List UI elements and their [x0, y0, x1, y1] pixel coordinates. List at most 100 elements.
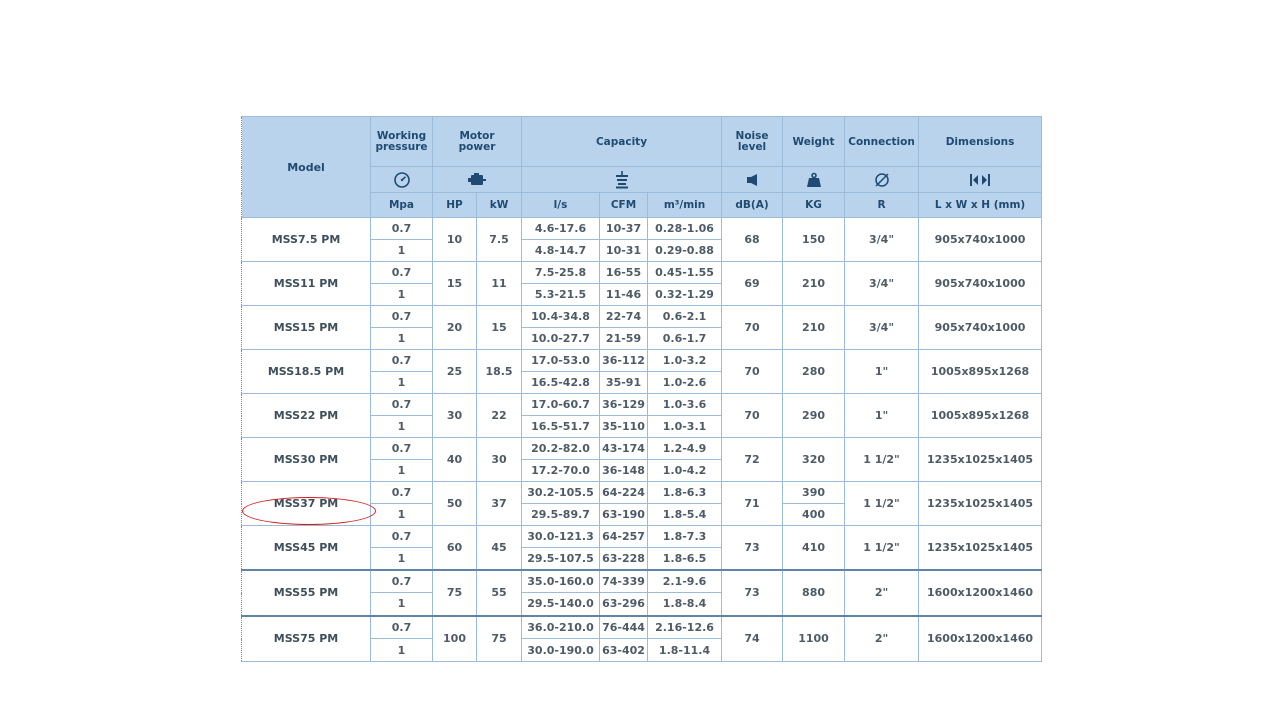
table-row: MSS15 PM 0.7 20 15 10.4-34.8 22-74 0.6-2.1 70 21… — [241, 305, 1043, 350]
capacity-m3-cell: 0.6-2.1 — [647, 305, 723, 328]
noise-cell: 68 — [721, 217, 784, 262]
table-row: MSS30 PM 0.7 40 30 20.2-82.0 43-174 1.2-4.9 72 3… — [241, 437, 1043, 482]
dimensions-cell: 1005x895x1268 — [918, 349, 1043, 394]
pressure-cell: 0.7 — [370, 217, 433, 240]
hp-cell: 15 — [432, 261, 477, 306]
capacity-ls-cell: 10.4-34.8 — [521, 305, 601, 328]
connection-cell: 3/4" — [844, 305, 920, 350]
capacity-cfm-cell: 64-224 — [599, 481, 649, 504]
weight-cell: 210 — [782, 261, 846, 306]
capacity-ls-cell: 7.5-25.8 — [521, 261, 601, 284]
weight-cell: 320 — [782, 437, 846, 482]
noise-cell: 73 — [721, 525, 784, 570]
capacity-ls-cell: 29.5-140.0 — [521, 592, 601, 616]
kw-cell: 22 — [475, 393, 523, 438]
capacity-m3-cell: 1.8-5.4 — [647, 503, 723, 526]
capacity-cfm-cell: 11-46 — [599, 283, 649, 306]
noise-cell: 69 — [721, 261, 784, 306]
dimensions-cell: 1600x1200x1460 — [918, 614, 1043, 662]
weight-cell: 280 — [782, 349, 846, 394]
model-cell: MSS37 PM — [241, 481, 371, 526]
weight-cell: 150 — [782, 217, 846, 262]
dimensions-cell: 905x740x1000 — [918, 305, 1043, 350]
capacity-cfm-cell: 35-110 — [599, 415, 649, 438]
speaker-icon — [721, 166, 784, 193]
noise-cell: 70 — [721, 349, 784, 394]
capacity-ls-cell: 17.0-53.0 — [521, 349, 601, 372]
weight-cell: 400 — [782, 503, 846, 526]
hp-cell: 50 — [432, 481, 477, 526]
unit-weight: KG — [782, 192, 846, 218]
weight-cell: 880 — [782, 568, 846, 616]
noise-cell: 73 — [721, 568, 784, 616]
pressure-cell: 1 — [370, 239, 433, 262]
capacity-cfm-cell: 74-339 — [599, 568, 649, 593]
header-capacity: Capacity — [521, 116, 723, 167]
capacity-ls-cell: 16.5-51.7 — [521, 415, 601, 438]
capacity-ls-cell: 17.0-60.7 — [521, 393, 601, 416]
capacity-cfm-cell: 63-296 — [599, 592, 649, 616]
pressure-cell: 1 — [370, 638, 433, 662]
model-cell: MSS75 PM — [241, 614, 371, 662]
kw-cell: 55 — [475, 568, 523, 616]
kw-cell: 75 — [475, 614, 523, 662]
model-cell: MSS30 PM — [241, 437, 371, 482]
unit-dimensions: L x W x H (mm) — [918, 192, 1043, 218]
capacity-cfm-cell: 36-148 — [599, 459, 649, 482]
capacity-ls-cell: 10.0-27.7 — [521, 327, 601, 350]
unit-hp: HP — [432, 192, 477, 218]
noise-cell: 71 — [721, 481, 784, 526]
connection-cell: 1" — [844, 393, 920, 438]
dimensions-cell: 1235x1025x1405 — [918, 437, 1043, 482]
kw-cell: 7.5 — [475, 217, 523, 262]
header-dimensions: Dimensions — [918, 116, 1043, 167]
noise-cell: 74 — [721, 614, 784, 662]
table-row: MSS75 PM 0.7 100 75 36.0-210.0 76-444 2.16-12.… — [241, 614, 1043, 662]
unit-ls: l/s — [521, 192, 601, 218]
capacity-ls-cell: 20.2-82.0 — [521, 437, 601, 460]
capacity-ls-cell: 29.5-89.7 — [521, 503, 601, 526]
model-cell: MSS18.5 PM — [241, 349, 371, 394]
pressure-cell: 0.7 — [370, 568, 433, 593]
noise-cell: 70 — [721, 393, 784, 438]
kw-cell: 18.5 — [475, 349, 523, 394]
capacity-ls-cell: 30.0-121.3 — [521, 525, 601, 548]
capacity-ls-cell: 30.0-190.0 — [521, 638, 601, 662]
capacity-m3-cell: 1.0-2.6 — [647, 371, 723, 394]
capacity-cfm-cell: 21-59 — [599, 327, 649, 350]
kw-cell: 15 — [475, 305, 523, 350]
capacity-m3-cell: 1.8-8.4 — [647, 592, 723, 616]
capacity-ls-cell: 16.5-42.8 — [521, 371, 601, 394]
unit-m3min: m³/min — [647, 192, 723, 218]
capacity-cfm-cell: 63-190 — [599, 503, 649, 526]
connection-cell: 1 1/2" — [844, 437, 920, 482]
capacity-m3-cell: 2.16-12.6 — [647, 614, 723, 639]
connection-cell: 2" — [844, 614, 920, 662]
capacity-ls-cell: 30.2-105.5 — [521, 481, 601, 504]
kw-cell: 30 — [475, 437, 523, 482]
dimensions-cell: 1005x895x1268 — [918, 393, 1043, 438]
table-row: MSS18.5 PM 0.7 25 18.5 17.0-53.0 36-112 1.0-3.… — [241, 349, 1043, 394]
unit-noise: dB(A) — [721, 192, 784, 218]
connection-cell: 2" — [844, 568, 920, 616]
capacity-m3-cell: 2.1-9.6 — [647, 568, 723, 593]
pressure-cell: 0.7 — [370, 525, 433, 548]
capacity-cfm-cell: 10-37 — [599, 217, 649, 240]
capacity-m3-cell: 0.29-0.88 — [647, 239, 723, 262]
model-cell: MSS7.5 PM — [241, 217, 371, 262]
capacity-ls-cell: 35.0-160.0 — [521, 568, 601, 593]
dimensions-cell: 1600x1200x1460 — [918, 568, 1043, 616]
capacity-m3-cell: 1.2-4.9 — [647, 437, 723, 460]
capacity-ls-cell: 5.3-21.5 — [521, 283, 601, 306]
pressure-cell: 0.7 — [370, 393, 433, 416]
connection-cell: 3/4" — [844, 261, 920, 306]
weight-cell: 390 — [782, 481, 846, 504]
table-row: MSS55 PM 0.7 75 55 35.0-160.0 74-339 2.1-9.6 73… — [241, 568, 1043, 616]
pressure-cell: 1 — [370, 592, 433, 616]
capacity-cfm-cell: 36-129 — [599, 393, 649, 416]
pressure-cell: 0.7 — [370, 614, 433, 639]
pressure-cell: 0.7 — [370, 437, 433, 460]
model-cell: MSS22 PM — [241, 393, 371, 438]
table-row: MSS45 PM 0.7 60 45 30.0-121.3 64-257 1.8-7.3 73… — [241, 525, 1043, 570]
table-row: MSS7.5 PM 0.7 10 7.5 4.6-17.6 10-37 0.28-1.06 6… — [241, 217, 1043, 262]
